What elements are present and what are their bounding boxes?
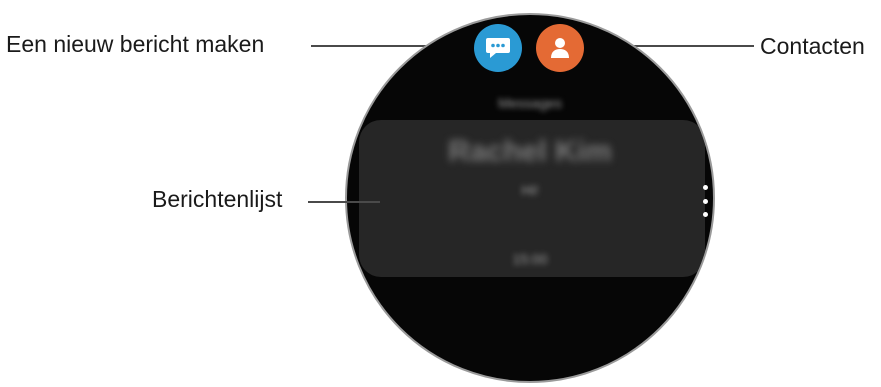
message-list-leader-line xyxy=(308,201,380,203)
contacts-button[interactable] xyxy=(536,24,584,72)
message-time: 15:00 xyxy=(512,251,548,267)
compose-button[interactable] xyxy=(474,24,522,72)
chat-bubble-icon xyxy=(486,38,510,58)
screen-title: Messages xyxy=(498,95,562,111)
contacts-callout: Contacten xyxy=(760,33,865,59)
message-list-callout: Berichtenlijst xyxy=(152,186,283,212)
person-icon xyxy=(551,38,569,58)
more-vertical-icon[interactable] xyxy=(702,185,708,217)
new-message-callout: Een nieuw bericht maken xyxy=(6,31,265,57)
message-preview: Hi! xyxy=(521,182,539,198)
contact-name: Rachel Kim xyxy=(448,135,612,168)
watch-screen: Messages Rachel Kim Hi! 15:00 xyxy=(345,13,715,383)
